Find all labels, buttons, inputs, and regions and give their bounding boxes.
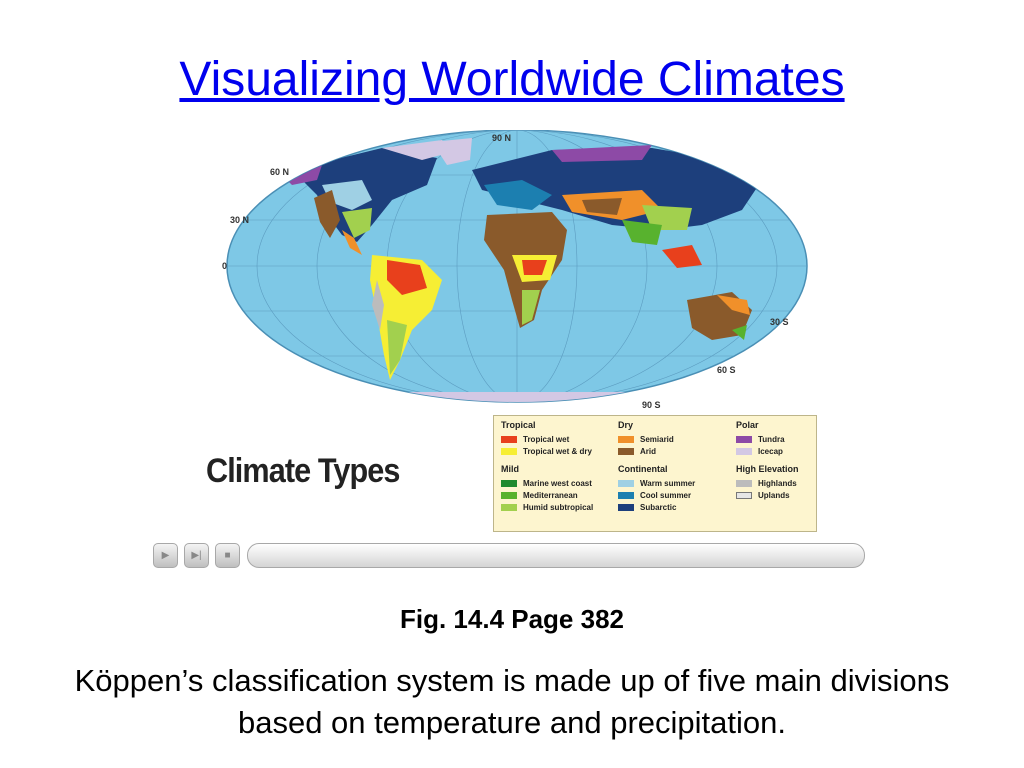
- legend-swatch: [618, 479, 634, 487]
- legend-item: Humid subtropical: [501, 501, 593, 513]
- legend-group-title: Polar: [736, 420, 759, 430]
- lat-label: 30 N: [230, 215, 249, 225]
- legend-swatch: [618, 503, 634, 511]
- lat-label: 60 N: [270, 167, 289, 177]
- legend-column-2: Dry Semiarid Arid Continental Warm summe…: [618, 420, 695, 513]
- legend-swatch: [618, 447, 634, 455]
- legend-item: Semiarid: [618, 433, 695, 445]
- legend-item: Tropical wet: [501, 433, 593, 445]
- stop-button[interactable]: ■: [215, 543, 240, 568]
- media-player-controls: ▶ ▶| ■: [153, 543, 865, 569]
- lat-label: 90 N: [492, 133, 511, 143]
- climate-types-heading: Climate Types: [206, 452, 400, 490]
- slide-title[interactable]: Visualizing Worldwide Climates: [0, 52, 1024, 107]
- climate-legend: Tropical Tropical wet Tropical wet & dry…: [493, 415, 817, 532]
- seek-bar[interactable]: [247, 543, 865, 568]
- legend-swatch: [618, 435, 634, 443]
- legend-item: Uplands: [736, 489, 799, 501]
- skip-forward-icon: ▶|: [191, 550, 202, 561]
- lat-label: 60 S: [717, 365, 736, 375]
- legend-item: Icecap: [736, 445, 799, 457]
- legend-item: Tundra: [736, 433, 799, 445]
- legend-swatch: [736, 479, 752, 487]
- lat-label: 90 S: [642, 400, 661, 410]
- lat-label: 30 S: [770, 317, 789, 327]
- legend-swatch: [736, 491, 752, 499]
- legend-swatch: [501, 479, 517, 487]
- play-icon: ▶: [161, 550, 170, 561]
- legend-item: Subarctic: [618, 501, 695, 513]
- legend-group-title: Tropical: [501, 420, 536, 430]
- legend-group-title: High Elevation: [736, 464, 799, 474]
- figure-caption: Fig. 14.4 Page 382: [399, 604, 624, 634]
- legend-group-title: Dry: [618, 420, 634, 430]
- legend-group-title: Mild: [501, 464, 519, 474]
- legend-item: Cool summer: [618, 489, 695, 501]
- legend-item: Mediterranean: [501, 489, 593, 501]
- stop-icon: ■: [224, 550, 231, 561]
- lat-label: 0: [222, 261, 227, 271]
- legend-swatch: [501, 491, 517, 499]
- legend-swatch: [618, 491, 634, 499]
- legend-item: Warm summer: [618, 477, 695, 489]
- legend-swatch: [501, 503, 517, 511]
- legend-swatch: [501, 435, 517, 443]
- legend-item: Tropical wet & dry: [501, 445, 593, 457]
- legend-column-3: Polar Tundra Icecap High Elevation Highl…: [736, 420, 799, 501]
- legend-column-1: Tropical Tropical wet Tropical wet & dry…: [501, 420, 593, 513]
- legend-group-title: Continental: [618, 464, 668, 474]
- legend-item: Marine west coast: [501, 477, 593, 489]
- slide-body-text: Köppen’s classification system is made u…: [74, 663, 950, 740]
- legend-swatch: [501, 447, 517, 455]
- world-climate-map: 90 N 60 N 30 N 0 30 S 60 S 90 S: [222, 130, 812, 410]
- legend-swatch: [736, 435, 752, 443]
- legend-item: Arid: [618, 445, 695, 457]
- play-button[interactable]: ▶: [153, 543, 178, 568]
- legend-swatch: [736, 447, 752, 455]
- skip-forward-button[interactable]: ▶|: [184, 543, 209, 568]
- legend-item: Highlands: [736, 477, 799, 489]
